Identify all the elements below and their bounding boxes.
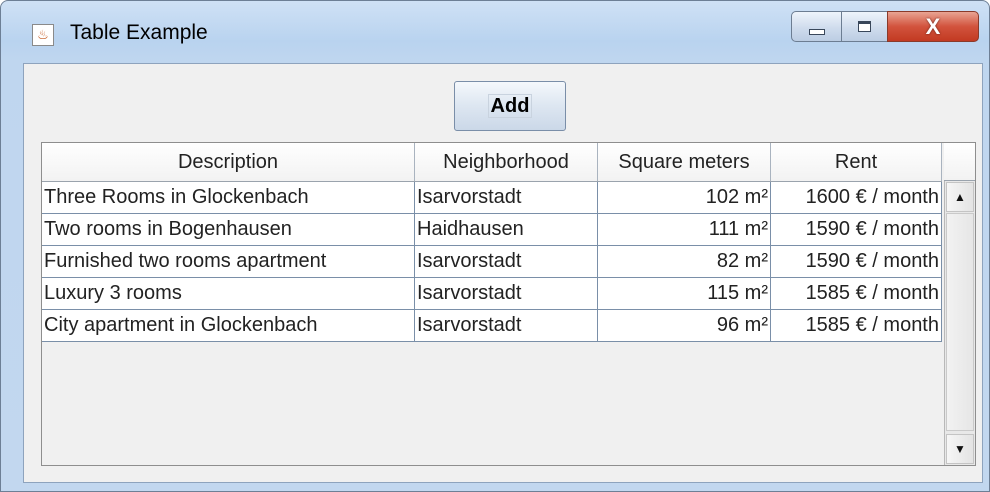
cell-description[interactable]: Luxury 3 rooms <box>42 277 415 310</box>
listing-table: Description Neighborhood Square meters R… <box>42 143 942 342</box>
cell-neighborhood[interactable]: Haidhausen <box>414 213 598 246</box>
scroll-down-button[interactable]: ▼ <box>946 434 974 464</box>
cell-square-meters[interactable]: 115 m² <box>597 277 771 310</box>
maximize-button[interactable] <box>841 11 888 42</box>
minimize-icon <box>808 28 825 35</box>
cell-rent[interactable]: 1600 € / month <box>770 181 942 214</box>
table-row[interactable]: Three Rooms in Glockenbach Isarvorstadt … <box>42 181 942 214</box>
column-header-square-meters[interactable]: Square meters <box>597 143 771 182</box>
cell-square-meters[interactable]: 102 m² <box>597 181 771 214</box>
title-bar[interactable]: ♨ Table Example X <box>1 1 989 63</box>
cell-square-meters[interactable]: 82 m² <box>597 245 771 278</box>
cell-neighborhood[interactable]: Isarvorstadt <box>414 245 598 278</box>
close-button[interactable]: X <box>887 11 979 42</box>
table-row[interactable]: Furnished two rooms apartment Isarvorsta… <box>42 245 942 278</box>
cell-neighborhood[interactable]: Isarvorstadt <box>414 277 598 310</box>
arrow-up-icon: ▲ <box>954 190 966 204</box>
table-header-row: Description Neighborhood Square meters R… <box>42 143 942 182</box>
cell-square-meters[interactable]: 111 m² <box>597 213 771 246</box>
cell-neighborhood[interactable]: Isarvorstadt <box>414 181 598 214</box>
column-header-description[interactable]: Description <box>42 143 415 182</box>
arrow-down-icon: ▼ <box>954 442 966 456</box>
scrollbar-thumb[interactable] <box>946 213 974 431</box>
app-window: ♨ Table Example X Add Description Neighb… <box>0 0 990 492</box>
cell-rent[interactable]: 1585 € / month <box>770 277 942 310</box>
add-button[interactable]: Add <box>454 81 566 131</box>
table-row[interactable]: Luxury 3 rooms Isarvorstadt 115 m² 1585 … <box>42 277 942 310</box>
close-icon: X <box>925 13 941 39</box>
content-pane: Add Description Neighborhood Square mete… <box>23 63 983 483</box>
column-header-neighborhood[interactable]: Neighborhood <box>414 143 598 182</box>
table-scroll-pane: Description Neighborhood Square meters R… <box>41 142 976 466</box>
cell-rent[interactable]: 1585 € / month <box>770 309 942 342</box>
vertical-scrollbar[interactable]: ▲ ▼ <box>944 181 975 465</box>
cell-rent[interactable]: 1590 € / month <box>770 213 942 246</box>
java-cup-icon[interactable]: ♨ <box>32 24 54 46</box>
table-row[interactable]: Two rooms in Bogenhausen Haidhausen 111 … <box>42 213 942 246</box>
column-header-rent[interactable]: Rent <box>770 143 942 182</box>
cell-description[interactable]: Furnished two rooms apartment <box>42 245 415 278</box>
add-button-label: Add <box>487 94 533 118</box>
cell-rent[interactable]: 1590 € / month <box>770 245 942 278</box>
cell-description[interactable]: Two rooms in Bogenhausen <box>42 213 415 246</box>
cell-description[interactable]: City apartment in Glockenbach <box>42 309 415 342</box>
scroll-up-button[interactable]: ▲ <box>946 182 974 212</box>
minimize-button[interactable] <box>791 11 842 42</box>
table-header-corner <box>944 143 975 181</box>
table-row[interactable]: City apartment in Glockenbach Isarvorsta… <box>42 309 942 342</box>
maximize-icon <box>858 21 871 32</box>
window-title: Table Example <box>70 21 208 44</box>
cell-square-meters[interactable]: 96 m² <box>597 309 771 342</box>
cell-neighborhood[interactable]: Isarvorstadt <box>414 309 598 342</box>
cell-description[interactable]: Three Rooms in Glockenbach <box>42 181 415 214</box>
